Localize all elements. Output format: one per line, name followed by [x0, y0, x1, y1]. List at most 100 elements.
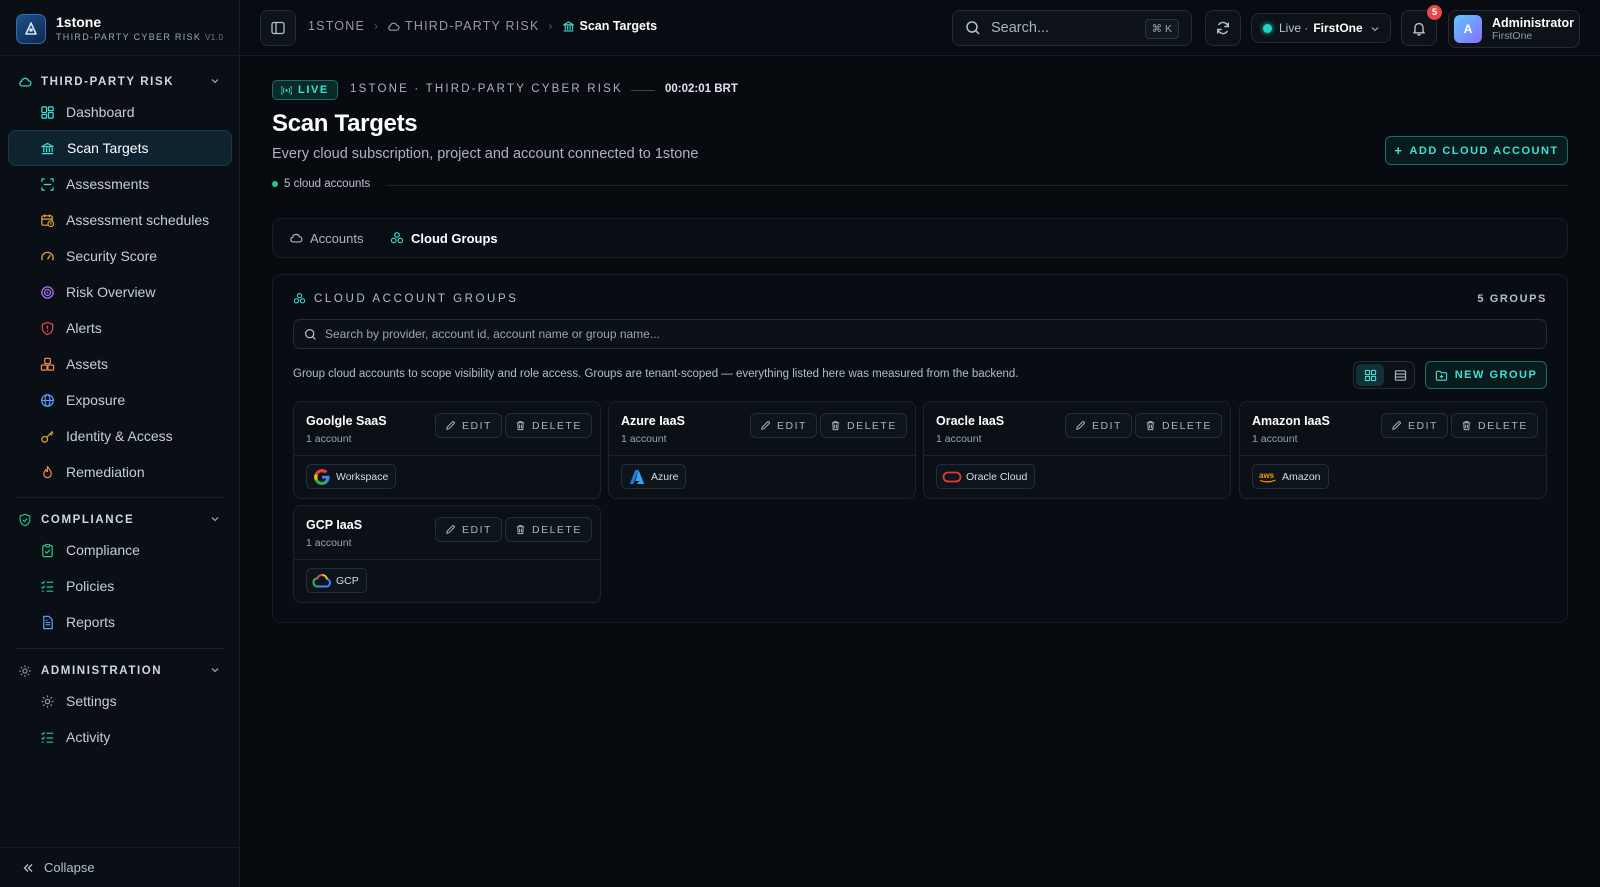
page-title: Scan Targets [272, 110, 418, 137]
cloud-groups-icon [390, 232, 404, 244]
search-placeholder: Search by provider, account id, account … [325, 327, 660, 341]
breadcrumb-item-third-party-risk[interactable]: THIRD-PARTY RISK [387, 19, 540, 33]
sidebar-item-activity[interactable]: Activity [8, 719, 232, 755]
brand[interactable]: 1stone THIRD-PARTY CYBER RISK V1.0 [16, 12, 223, 46]
sidebar-item-assessments[interactable]: Assessments [8, 166, 232, 202]
live-label: Live · [1279, 21, 1309, 35]
edit-group-button[interactable]: EDIT [435, 517, 502, 542]
section-compliance[interactable]: COMPLIANCE [0, 508, 240, 532]
group-card-oracle-iaas[interactable]: Oracle IaaS 1 account EDIT DELETE Oracle… [923, 401, 1231, 499]
breadcrumb-separator: › [548, 19, 553, 33]
divider [16, 497, 224, 498]
chevron-down-icon [211, 668, 219, 673]
delete-group-button[interactable]: DELETE [505, 517, 592, 542]
tab-cloud-groups[interactable]: Cloud Groups [390, 219, 498, 257]
sidebar-item-label: Reports [66, 614, 116, 630]
sidebar-item-reports[interactable]: Reports [8, 604, 232, 640]
tab-accounts[interactable]: Accounts [289, 219, 363, 257]
radar-icon [41, 286, 54, 299]
group-name: GCP IaaS [306, 518, 363, 532]
environment-selector[interactable]: Live · FirstOne [1251, 13, 1391, 43]
sidebar-toggle-button[interactable] [260, 10, 296, 46]
trash-icon [1462, 421, 1471, 431]
divider [386, 185, 1568, 186]
sidebar-item-label: Policies [66, 578, 115, 594]
status-dot [272, 181, 278, 187]
sidebar-item-alerts[interactable]: Alerts [8, 310, 232, 346]
section-third-party-risk[interactable]: THIRD-PARTY RISK [0, 70, 240, 94]
panel-header: CLOUD ACCOUNT GROUPS [293, 292, 519, 305]
edit-group-button[interactable]: EDIT [435, 413, 502, 438]
sidebar-item-compliance[interactable]: Compliance [8, 532, 232, 568]
pencil-icon [446, 421, 455, 430]
key-icon [41, 430, 54, 443]
group-card-gcp-iaas[interactable]: GCP IaaS 1 account EDIT DELETE GCP [293, 505, 601, 603]
group-account-count: 1 account [306, 537, 352, 549]
refresh-button[interactable] [1205, 10, 1241, 46]
list-check-icon [41, 580, 54, 592]
collapse-sidebar-button[interactable]: Collapse [0, 847, 240, 887]
search-placeholder: Search... [991, 20, 1050, 36]
sidebar-item-assets[interactable]: Assets [8, 346, 232, 382]
notifications-button[interactable]: 5 [1401, 5, 1442, 46]
sidebar-item-security-score[interactable]: Security Score [8, 238, 232, 274]
section-administration[interactable]: ADMINISTRATION [0, 659, 240, 683]
live-status-badge: LIVE [272, 80, 338, 100]
provider-chip: Azure [621, 464, 687, 489]
gear-icon [41, 695, 54, 708]
group-card-azure-iaas[interactable]: Azure IaaS 1 account EDIT DELETE Azure [608, 401, 916, 499]
collapse-label: Collapse [44, 860, 95, 875]
bell-icon [1413, 22, 1425, 36]
delete-group-button[interactable]: DELETE [820, 413, 907, 438]
trash-icon [1146, 421, 1155, 431]
sidebar-item-identity-access[interactable]: Identity & Access [8, 418, 232, 454]
boxes-icon [40, 357, 55, 371]
sidebar-item-label: Settings [66, 693, 117, 709]
chevron-down-icon [1371, 27, 1379, 32]
trash-icon [516, 421, 525, 431]
sidebar-item-assessment-schedules[interactable]: Assessment schedules [8, 202, 232, 238]
global-search-input[interactable]: Search... ⌘ K [952, 10, 1192, 46]
provider-chip: Oracle Cloud [936, 464, 1036, 489]
plus-icon: + [1394, 143, 1404, 158]
account-count: 5 cloud accounts [272, 178, 370, 190]
sidebar-item-label: Assets [66, 356, 109, 372]
oracle-logo-icon [942, 467, 962, 487]
provider-name: Workspace [336, 470, 389, 483]
sidebar-item-settings[interactable]: Settings [8, 683, 232, 719]
edit-group-button[interactable]: EDIT [1381, 413, 1448, 438]
divider [609, 455, 915, 456]
avatar: A [1454, 15, 1482, 43]
group-search-input[interactable]: Search by provider, account id, account … [293, 319, 1547, 349]
clipboard-check-icon [42, 543, 53, 558]
sidebar-item-risk-overview[interactable]: Risk Overview [8, 274, 232, 310]
grid-view-button[interactable] [1356, 364, 1384, 386]
list-view-button[interactable] [1386, 364, 1414, 386]
sidebar-item-remediation[interactable]: Remediation [8, 454, 232, 490]
new-group-button[interactable]: NEW GROUP [1425, 361, 1547, 389]
tabs: Accounts Cloud Groups [272, 218, 1568, 258]
user-menu[interactable]: A Administrator FirstOne [1448, 10, 1580, 48]
sidebar-item-dashboard[interactable]: Dashboard [8, 94, 232, 130]
group-account-count: 1 account [306, 433, 352, 445]
delete-group-button[interactable]: DELETE [505, 413, 592, 438]
sidebar-item-exposure[interactable]: Exposure [8, 382, 232, 418]
gcp-logo-icon [312, 571, 332, 591]
delete-group-button[interactable]: DELETE [1451, 413, 1538, 438]
breadcrumb-item-home[interactable]: 1STONE [308, 19, 365, 33]
cloud-icon [388, 22, 400, 31]
sidebar-item-policies[interactable]: Policies [8, 568, 232, 604]
edit-group-button[interactable]: EDIT [1065, 413, 1132, 438]
search-shortcut: ⌘ K [1144, 19, 1179, 39]
sidebar-item-scan-targets[interactable]: Scan Targets [8, 130, 232, 166]
brand-subtitle: THIRD-PARTY CYBER RISK V1.0 [56, 31, 224, 42]
edit-group-button[interactable]: EDIT [750, 413, 817, 438]
provider-name: Oracle Cloud [966, 470, 1028, 483]
group-card-google-saas[interactable]: Goolgle SaaS 1 account EDIT DELETE Works… [293, 401, 601, 499]
add-cloud-account-button[interactable]: + ADD CLOUD ACCOUNT [1385, 136, 1568, 165]
broadcast-icon [281, 85, 292, 95]
globe-icon [41, 394, 54, 407]
group-card-amazon-iaas[interactable]: Amazon IaaS 1 account EDIT DELETE aws Am… [1239, 401, 1547, 499]
delete-group-button[interactable]: DELETE [1135, 413, 1222, 438]
divider [16, 648, 224, 649]
